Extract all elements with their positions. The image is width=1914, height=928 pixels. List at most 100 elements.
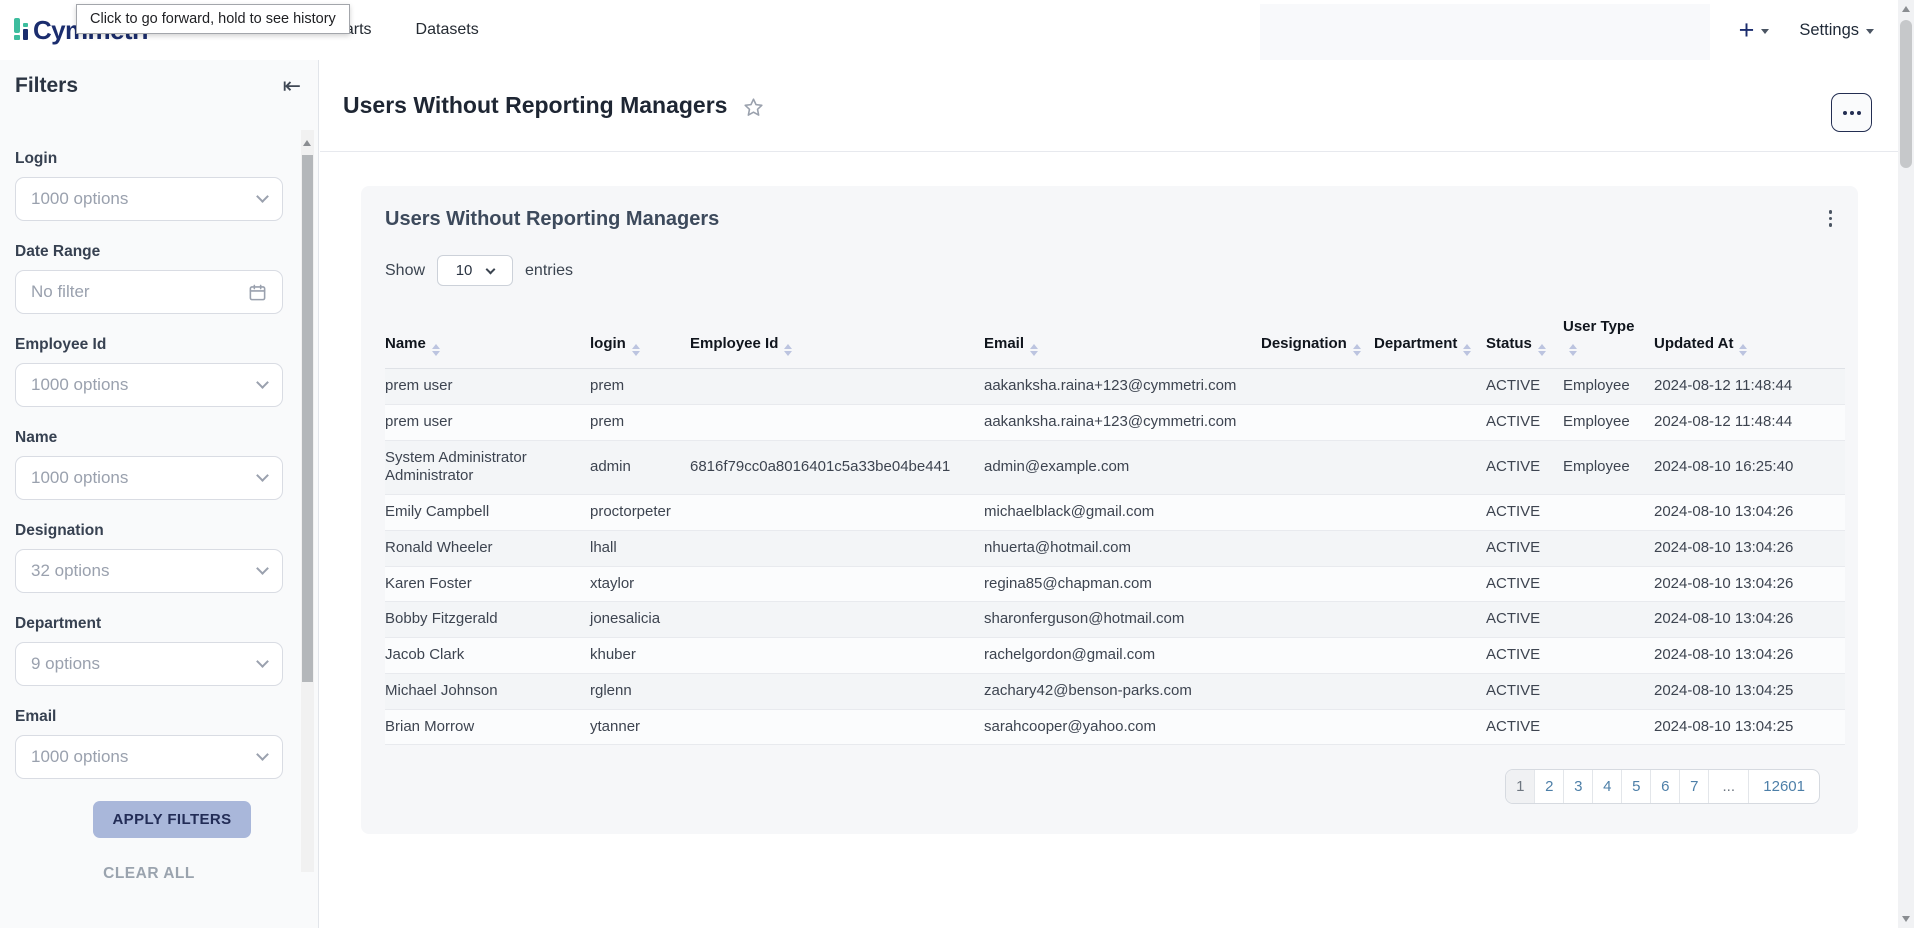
cell-status: ACTIVE	[1486, 530, 1563, 566]
chevron-down-icon	[256, 190, 269, 203]
cell-designation	[1261, 530, 1374, 566]
chevron-down-icon	[256, 655, 269, 668]
cell-login: khuber	[590, 638, 690, 674]
filter-select-email[interactable]: 1000 options	[15, 735, 283, 779]
placeholder-text: 1000 options	[31, 468, 128, 488]
pagination-page-1[interactable]: 1	[1506, 770, 1535, 803]
sort-icon	[1569, 344, 1577, 356]
cell-login: ytanner	[590, 709, 690, 745]
page-scrollbar[interactable]	[1898, 0, 1914, 928]
cell-updated-at: 2024-08-10 13:04:26	[1654, 530, 1845, 566]
cell-user-type: Employee	[1563, 369, 1654, 405]
nav-datasets[interactable]: Datasets	[416, 21, 479, 39]
filter-group-name: Name1000 options	[15, 429, 283, 500]
cell-login: prem	[590, 404, 690, 440]
calendar-icon	[248, 283, 267, 302]
table-row: Bobby Fitzgeraldjonesaliciasharonferguso…	[385, 602, 1845, 638]
cell-email: aakanksha.raina+123@cymmetri.com	[984, 404, 1261, 440]
page-scrollbar-thumb[interactable]	[1900, 20, 1912, 168]
apply-filters-button[interactable]: APPLY FILTERS	[93, 801, 251, 838]
date-range-input[interactable]: No filter	[15, 270, 283, 314]
cell-designation	[1261, 673, 1374, 709]
cell-status: ACTIVE	[1486, 404, 1563, 440]
cell-employee-id	[690, 602, 984, 638]
scroll-down-icon[interactable]	[1902, 916, 1910, 922]
clear-all-button[interactable]: CLEAR ALL	[15, 865, 283, 883]
cell-updated-at: 2024-08-12 11:48:44	[1654, 404, 1845, 440]
col-label: Email	[984, 335, 1024, 352]
cell-department	[1374, 404, 1486, 440]
card-menu-icon[interactable]	[1829, 210, 1833, 227]
pagination-page-4[interactable]: 4	[1593, 770, 1622, 803]
cell-name: Jacob Clark	[385, 638, 590, 674]
table-header-row: Name loginEmployee IdEmail DesignationDepa…	[385, 310, 1845, 369]
cell-employee-id	[690, 673, 984, 709]
cell-email: sarahcooper@yahoo.com	[984, 709, 1261, 745]
cell-login: lhall	[590, 530, 690, 566]
col-header-status[interactable]: Status	[1486, 310, 1563, 369]
col-header-name[interactable]: Name	[385, 310, 590, 369]
pagination-page-3[interactable]: 3	[1564, 770, 1593, 803]
cell-email: sharonferguson@hotmail.com	[984, 602, 1261, 638]
filter-select-employee-id[interactable]: 1000 options	[15, 363, 283, 407]
cell-status: ACTIVE	[1486, 709, 1563, 745]
pagination-page-2[interactable]: 2	[1535, 770, 1564, 803]
users-table: Name loginEmployee IdEmail DesignationDepa…	[385, 310, 1845, 745]
add-button[interactable]: +	[1739, 17, 1770, 44]
cell-updated-at: 2024-08-10 13:04:26	[1654, 602, 1845, 638]
cell-user-type: Employee	[1563, 404, 1654, 440]
pagination-ellipsis[interactable]: ...	[1709, 770, 1749, 803]
col-header-designation[interactable]: Designation	[1261, 310, 1374, 369]
cell-designation	[1261, 369, 1374, 405]
filter-select-department[interactable]: 9 options	[15, 642, 283, 686]
filter-label-login: Login	[15, 150, 283, 168]
report-card: Users Without Reporting Managers Show 10…	[361, 186, 1858, 834]
collapse-sidebar-icon[interactable]: ⇤	[283, 75, 301, 97]
cell-designation	[1261, 404, 1374, 440]
cell-status: ACTIVE	[1486, 602, 1563, 638]
col-header-department[interactable]: Department	[1374, 310, 1486, 369]
filter-group-department: Department9 options	[15, 615, 283, 686]
more-options-button[interactable]	[1831, 93, 1872, 132]
sidebar-scrollbar-thumb[interactable]	[302, 155, 313, 682]
pagination-page-7[interactable]: 7	[1680, 770, 1709, 803]
table-row: System Administrator Administratoradmin6…	[385, 440, 1845, 495]
filter-select-login[interactable]: 1000 options	[15, 177, 283, 221]
col-label: User Type	[1563, 318, 1634, 335]
chevron-down-icon	[486, 264, 496, 274]
col-header-employee-id[interactable]: Employee Id	[690, 310, 984, 369]
col-label: Status	[1486, 335, 1532, 352]
cell-email: regina85@chapman.com	[984, 566, 1261, 602]
sidebar-scroll-up-icon[interactable]	[303, 140, 311, 146]
table-row: Ronald Wheelerlhallnhuerta@hotmail.comAC…	[385, 530, 1845, 566]
entries-label: entries	[525, 262, 573, 280]
col-header-login[interactable]: login	[590, 310, 690, 369]
placeholder-text: 9 options	[31, 654, 100, 674]
page-size-row: Show 10 entries	[385, 255, 1834, 286]
pagination-page-6[interactable]: 6	[1651, 770, 1680, 803]
filter-select-name[interactable]: 1000 options	[15, 456, 283, 500]
plus-icon: +	[1739, 17, 1755, 44]
sort-icon	[784, 344, 792, 356]
filter-select-designation[interactable]: 32 options	[15, 549, 283, 593]
pagination-page-5[interactable]: 5	[1622, 770, 1651, 803]
table-row: Michael Johnsonrglennzachary42@benson-pa…	[385, 673, 1845, 709]
cell-name: Emily Campbell	[385, 495, 590, 531]
page-size-select[interactable]: 10	[437, 255, 513, 286]
cell-name: Karen Foster	[385, 566, 590, 602]
pagination: 1234567...12601	[385, 769, 1834, 804]
cell-user-type: Employee	[1563, 440, 1654, 495]
col-header-email[interactable]: Email	[984, 310, 1261, 369]
sort-icon	[1538, 344, 1546, 356]
pagination-page-12601[interactable]: 12601	[1749, 770, 1819, 803]
sort-icon	[1353, 344, 1361, 356]
col-label: Name	[385, 335, 426, 352]
favorite-star-icon[interactable]	[743, 97, 764, 118]
settings-menu[interactable]: Settings	[1799, 21, 1874, 40]
cell-user-type	[1563, 709, 1654, 745]
cell-login: prem	[590, 369, 690, 405]
col-header-user-type[interactable]: User Type	[1563, 310, 1654, 369]
scroll-up-icon[interactable]	[1902, 6, 1910, 12]
filter-group-email: Email1000 options	[15, 708, 283, 779]
col-header-updated-at[interactable]: Updated At	[1654, 310, 1845, 369]
